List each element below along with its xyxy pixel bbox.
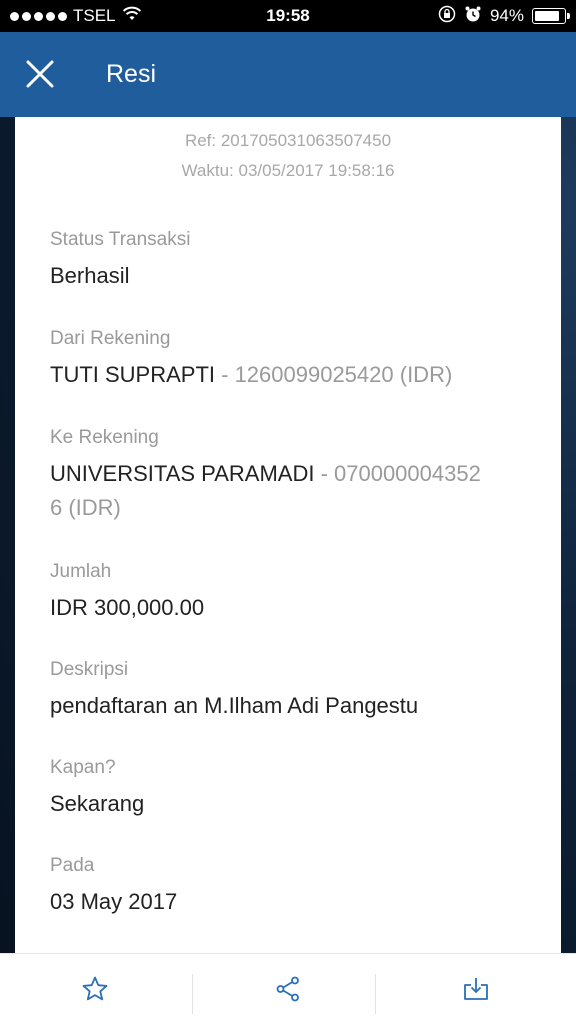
- from-account-number: - 1260099025420 (IDR): [215, 362, 453, 387]
- amount-label: Jumlah: [50, 561, 112, 582]
- description-value: pendaftaran an M.Ilham Adi Pangestu: [50, 693, 419, 718]
- favorite-button[interactable]: [0, 954, 190, 1024]
- battery-icon: [532, 8, 570, 24]
- to-account-number: - 070000004352: [314, 461, 481, 486]
- status-field: Status Transaksi Berhasil: [50, 227, 510, 293]
- description-label: Deskripsi: [50, 659, 129, 680]
- to-account-value: UNIVERSITAS PARAMADI - 070000004352 6 (ID…: [50, 457, 510, 525]
- bottom-action-bar: [0, 953, 576, 1024]
- date-field: Pada 03 May 2017: [50, 853, 510, 919]
- status-bar: TSEL 19:58 94%: [0, 0, 576, 32]
- to-account-label: Ke Rekening: [50, 427, 159, 448]
- date-label: Pada: [50, 855, 95, 876]
- battery-percent: 94%: [489, 6, 524, 25]
- alarm-icon: [464, 5, 482, 28]
- from-account-field: Dari Rekening TUTI SUPRAPTI - 1260099025…: [50, 326, 510, 392]
- status-value: Berhasil: [50, 263, 130, 288]
- amount-field: Jumlah IDR 300,000.00: [50, 559, 510, 625]
- amount-value: IDR 300,000.00: [50, 595, 205, 620]
- status-label: Status Transaksi: [50, 229, 191, 250]
- reference-number: Ref: 201705031063507450: [184, 131, 392, 150]
- orientation-lock-icon: [438, 5, 456, 28]
- from-account-label: Dari Rekening: [50, 328, 171, 349]
- to-account-number-cont: 6 (IDR): [50, 495, 121, 520]
- share-button[interactable]: [193, 954, 383, 1024]
- star-icon: [82, 976, 108, 1001]
- description-field: Deskripsi pendaftaran an M.Ilham Adi Pan…: [50, 657, 510, 723]
- date-value: 03 May 2017: [50, 889, 178, 914]
- transaction-time: Waktu: 03/05/2017 19:58:16: [181, 161, 395, 180]
- from-account-value: TUTI SUPRAPTI - 1260099025420 (IDR): [50, 358, 510, 392]
- page-title: Resi: [106, 60, 157, 88]
- download-icon: [464, 978, 488, 1000]
- when-label: Kapan?: [50, 757, 116, 778]
- to-account-field: Ke Rekening UNIVERSITAS PARAMADI - 07000…: [50, 425, 510, 525]
- when-field: Kapan? Sekarang: [50, 755, 510, 821]
- app-header: Resi: [0, 32, 576, 117]
- when-value: Sekarang: [50, 791, 145, 816]
- download-button[interactable]: [376, 954, 576, 1024]
- from-account-name: TUTI SUPRAPTI: [50, 362, 216, 387]
- to-account-name: UNIVERSITAS PARAMADI: [50, 461, 315, 486]
- share-icon: [276, 976, 299, 1002]
- close-button[interactable]: [20, 54, 60, 94]
- receipt-card: Ref: 201705031063507450 Waktu: 03/05/201…: [15, 117, 561, 953]
- close-icon: [26, 60, 54, 88]
- status-right: 94%: [438, 0, 570, 32]
